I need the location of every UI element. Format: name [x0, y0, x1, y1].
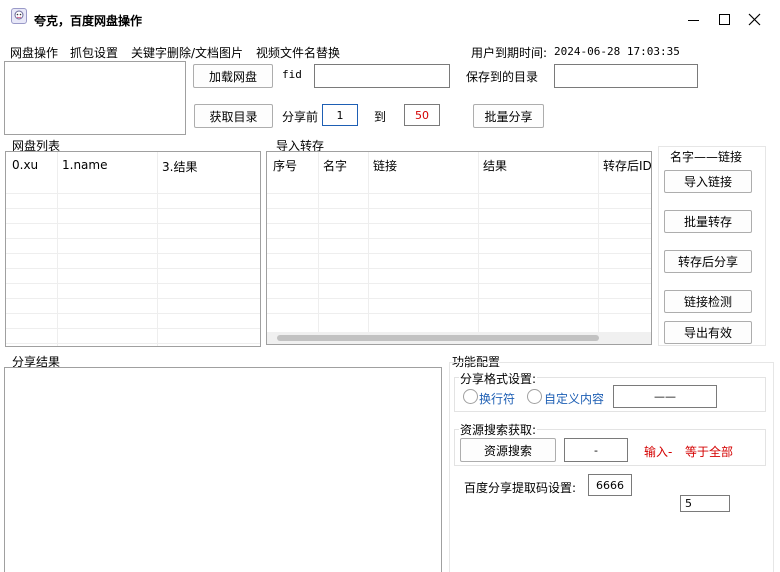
save-dir-input[interactable]	[554, 64, 698, 88]
hint-input: 输入-	[644, 445, 673, 459]
code-label: 百度分享提取码设置:	[464, 481, 577, 495]
import-header-2: 链接	[373, 159, 398, 173]
expire-label: 用户到期时间:	[471, 46, 548, 60]
import-link-button[interactable]: 导入链接	[664, 170, 752, 193]
radio-newline[interactable]	[463, 389, 478, 404]
link-check-button[interactable]: 链接检测	[664, 290, 752, 313]
import-header-4: 转存后ID	[603, 159, 652, 173]
tab-keyword-delete[interactable]: 关键字删除/文档图片	[131, 44, 243, 61]
pan-list-header-1: 1.name	[62, 158, 108, 172]
resource-search-button[interactable]: 资源搜索	[460, 438, 556, 462]
pan-list-grid[interactable]: 0.xu 1.name 3.结果	[5, 151, 261, 347]
fid-label: fid	[282, 68, 302, 81]
hint-all: 等于全部	[685, 445, 734, 459]
share-result-textarea[interactable]	[4, 367, 442, 572]
save-dir-label: 保存到的目录	[466, 70, 539, 84]
share-to-input[interactable]: 50	[404, 104, 440, 126]
radio-custom[interactable]	[527, 389, 542, 404]
share-from-input[interactable]: 1	[322, 104, 358, 126]
code-input-value: 6666	[596, 478, 624, 492]
search-input-value: -	[594, 443, 598, 457]
share-before-label: 分享前	[282, 110, 319, 124]
tab-pan-operation[interactable]: 网盘操作	[10, 44, 58, 61]
expire-value: 2024-06-28 17:03:35	[554, 45, 680, 58]
import-grid[interactable]: 序号 名字 链接 结果 转存后ID	[266, 151, 652, 345]
search-title: 资源搜索获取:	[459, 421, 538, 438]
radio-custom-label[interactable]: 自定义内容	[544, 390, 604, 407]
share-after-transfer-button[interactable]: 转存后分享	[664, 250, 752, 273]
radio-newline-label[interactable]: 换行符	[479, 390, 515, 407]
extra-input[interactable]: 5	[680, 495, 730, 512]
pan-list-header-0: 0.xu	[12, 158, 39, 172]
tab-video-rename[interactable]: 视频文件名替换	[256, 44, 340, 61]
format-title: 分享格式设置:	[459, 370, 538, 387]
search-input[interactable]: -	[564, 438, 628, 462]
fid-input[interactable]	[314, 64, 450, 88]
code-input[interactable]: 6666	[588, 474, 632, 496]
custom-format-input[interactable]: ——	[613, 385, 717, 408]
window-title: 夸克，百度网盘操作	[34, 14, 143, 28]
minimize-icon[interactable]	[684, 12, 704, 28]
import-header-1: 名字	[323, 159, 348, 173]
get-dir-button[interactable]: 获取目录	[194, 104, 273, 128]
share-to-value: 50	[415, 108, 429, 122]
import-scrollbar-thumb[interactable]	[277, 335, 599, 341]
account-list[interactable]	[4, 61, 186, 135]
tab-capture-settings[interactable]: 抓包设置	[70, 44, 118, 61]
load-pan-button[interactable]: 加载网盘	[193, 64, 273, 88]
batch-transfer-button[interactable]: 批量转存	[664, 210, 752, 233]
close-icon[interactable]	[745, 12, 765, 28]
to-label: 到	[374, 110, 387, 124]
custom-format-value: ——	[654, 390, 676, 403]
import-header-0: 序号	[273, 159, 298, 173]
app-icon	[11, 8, 27, 24]
name-link-title: 名字——链接	[668, 148, 745, 165]
extra-input-value: 5	[685, 497, 692, 510]
maximize-icon[interactable]	[714, 12, 734, 28]
pan-list-header-2: 3.结果	[162, 160, 198, 174]
export-valid-button[interactable]: 导出有效	[664, 321, 752, 344]
import-scrollbar[interactable]	[267, 332, 651, 344]
import-header-3: 结果	[483, 159, 508, 173]
batch-share-button[interactable]: 批量分享	[473, 104, 544, 128]
title-bar: 夸克，百度网盘操作	[0, 0, 780, 40]
share-from-value: 1	[336, 108, 344, 122]
